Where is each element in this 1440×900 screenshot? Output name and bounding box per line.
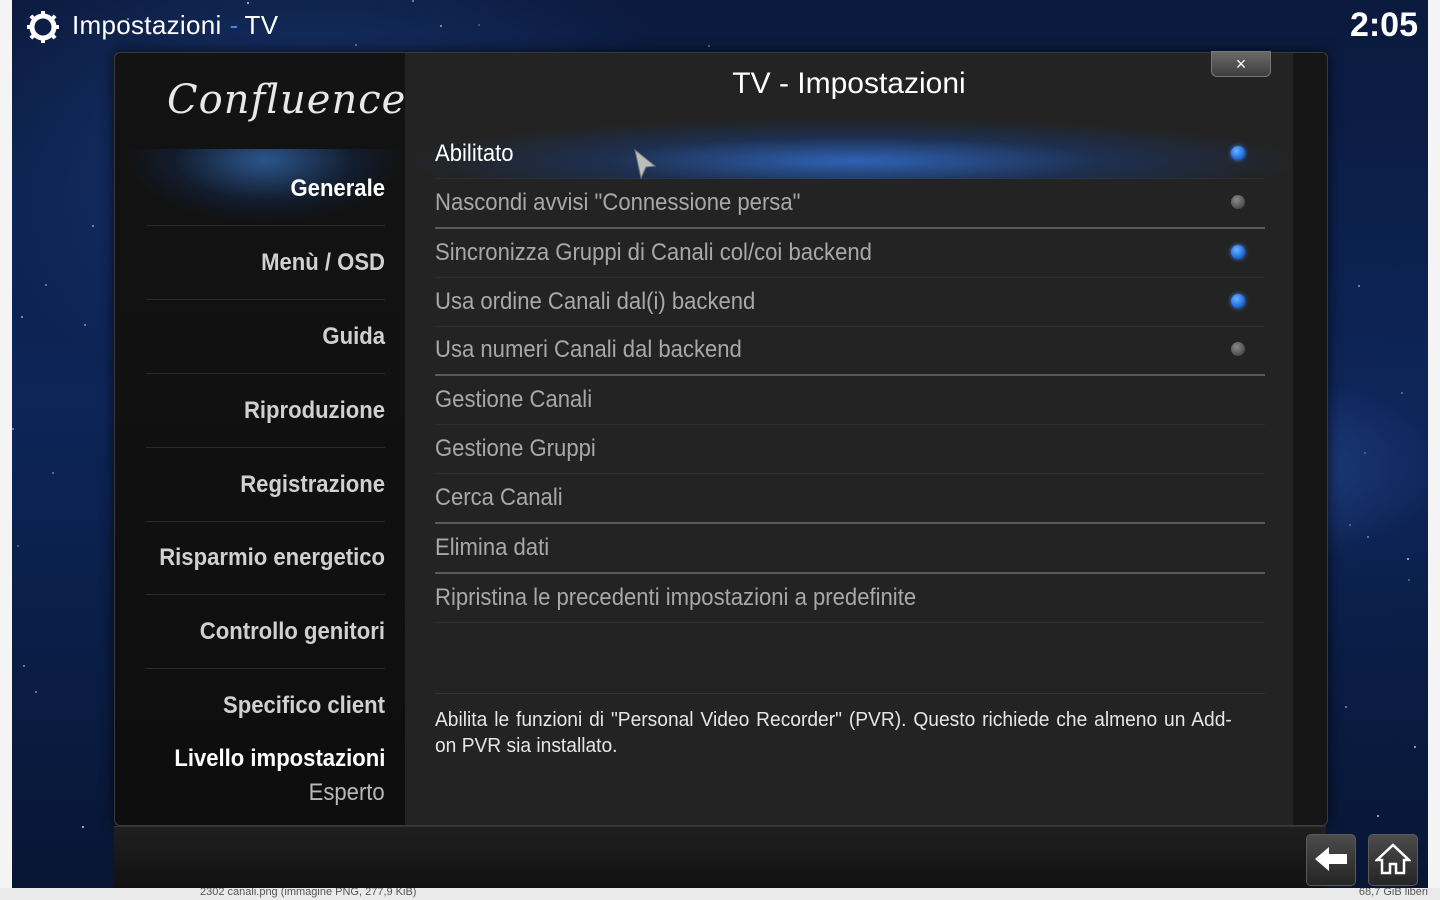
content-scrollbar[interactable] bbox=[1293, 53, 1327, 825]
star bbox=[1407, 558, 1409, 560]
bottom-bar bbox=[114, 826, 1326, 888]
setting-sincronizza-gruppi[interactable]: Sincronizza Gruppi di Canali col/coi bac… bbox=[435, 228, 1265, 278]
star bbox=[12, 428, 14, 430]
star bbox=[35, 691, 37, 693]
setting-gestione-gruppi[interactable]: Gestione Gruppi bbox=[435, 424, 1265, 474]
setting-gestione-canali[interactable]: Gestione Canali bbox=[435, 375, 1265, 425]
star bbox=[1345, 706, 1347, 708]
description-divider bbox=[435, 693, 1265, 694]
clock: 2:05 bbox=[1349, 6, 1418, 44]
star bbox=[82, 826, 84, 828]
setting-label: Gestione Canali bbox=[435, 386, 593, 413]
setting-cerca-canali[interactable]: Cerca Canali bbox=[435, 473, 1265, 524]
setting-label: Gestione Gruppi bbox=[435, 435, 596, 462]
confluence-logo: Confluence bbox=[167, 77, 407, 123]
settings-level-value[interactable]: Esperto bbox=[309, 779, 385, 807]
host-window-edge-right bbox=[1427, 0, 1440, 900]
settings-sidebar: Confluence Generale Menù / OSD Guida Rip… bbox=[115, 53, 405, 825]
setting-usa-numeri-canali[interactable]: Usa numeri Canali dal backend bbox=[435, 325, 1265, 376]
toggle-off-icon[interactable] bbox=[1231, 195, 1245, 209]
toggle-on-icon[interactable] bbox=[1231, 245, 1245, 259]
window-title: Impostazioni - TV bbox=[72, 10, 278, 41]
setting-label: Ripristina le precedenti impostazioni a … bbox=[435, 584, 917, 611]
title-subsection: TV bbox=[244, 10, 279, 40]
sidebar-item-risparmio-energetico[interactable]: Risparmio energetico bbox=[145, 522, 385, 595]
star bbox=[1367, 536, 1369, 538]
star bbox=[21, 316, 23, 318]
toggle-on-icon[interactable] bbox=[1231, 294, 1245, 308]
setting-ripristina-predefinite[interactable]: Ripristina le precedenti impostazioni a … bbox=[435, 573, 1265, 623]
sidebar-item-registrazione[interactable]: Registrazione bbox=[145, 449, 385, 522]
sidebar-item-guida[interactable]: Guida bbox=[145, 301, 385, 374]
star bbox=[1401, 392, 1403, 394]
star bbox=[1364, 452, 1366, 454]
star bbox=[1408, 579, 1410, 581]
star bbox=[45, 284, 47, 286]
close-button[interactable]: × bbox=[1211, 51, 1271, 77]
home-icon bbox=[1375, 843, 1411, 875]
setting-label: Sincronizza Gruppi di Canali col/coi bac… bbox=[435, 239, 872, 266]
setting-description: Abilita le funzioni di "Personal Video R… bbox=[435, 709, 1232, 757]
mouse-pointer-icon bbox=[634, 148, 657, 180]
setting-nascondi-avvisi[interactable]: Nascondi avvisi "Connessione persa" bbox=[435, 178, 1265, 229]
star bbox=[1414, 746, 1416, 748]
sidebar-item-specifico-client[interactable]: Specifico client bbox=[146, 670, 385, 742]
sidebar-item-generale[interactable]: Generale bbox=[145, 153, 385, 226]
star bbox=[1349, 524, 1351, 526]
setting-label: Cerca Canali bbox=[435, 484, 563, 511]
home-button[interactable] bbox=[1368, 834, 1418, 886]
star bbox=[23, 665, 25, 667]
title-separator: - bbox=[229, 10, 239, 40]
sidebar-item-controllo-genitori[interactable]: Controllo genitori bbox=[145, 596, 385, 669]
settings-level-label[interactable]: Livello impostazioni bbox=[174, 745, 385, 773]
setting-elimina-dati[interactable]: Elimina dati bbox=[435, 523, 1265, 574]
dialog-title: TV - Impostazioni bbox=[732, 67, 966, 100]
star bbox=[1377, 815, 1379, 817]
setting-abilitato[interactable]: Abilitato bbox=[415, 119, 1295, 179]
star bbox=[84, 324, 86, 326]
setting-label: Elimina dati bbox=[435, 534, 550, 561]
sidebar-item-riproduzione[interactable]: Riproduzione bbox=[145, 375, 385, 448]
setting-label: Usa numeri Canali dal backend bbox=[435, 336, 742, 363]
setting-label: Nascondi avvisi "Connessione persa" bbox=[435, 189, 801, 216]
settings-dialog: Confluence Generale Menù / OSD Guida Rip… bbox=[114, 51, 1328, 826]
star bbox=[17, 545, 19, 547]
title-section: Impostazioni bbox=[72, 10, 222, 40]
toggle-off-icon[interactable] bbox=[1231, 342, 1245, 356]
setting-label: Usa ordine Canali dal(i) backend bbox=[435, 288, 756, 315]
star bbox=[1358, 285, 1360, 287]
back-arrow-icon bbox=[1315, 847, 1347, 871]
back-button[interactable] bbox=[1306, 834, 1356, 886]
kodi-window: Impostazioni - TV 2:05 Confluence Generale… bbox=[12, 0, 1428, 888]
gear-icon bbox=[27, 11, 59, 43]
setting-label: Abilitato bbox=[435, 140, 514, 167]
host-status-bar: 2302 canali.png (immagine PNG, 277,9 KiB… bbox=[0, 886, 1440, 900]
star bbox=[52, 472, 54, 474]
star bbox=[92, 225, 94, 227]
top-bar: Impostazioni - TV 2:05 bbox=[12, 0, 1428, 54]
toggle-on-icon[interactable] bbox=[1231, 146, 1245, 160]
setting-usa-ordine-canali[interactable]: Usa ordine Canali dal(i) backend bbox=[435, 277, 1265, 327]
sidebar-item-menu-osd[interactable]: Menù / OSD bbox=[145, 227, 385, 300]
